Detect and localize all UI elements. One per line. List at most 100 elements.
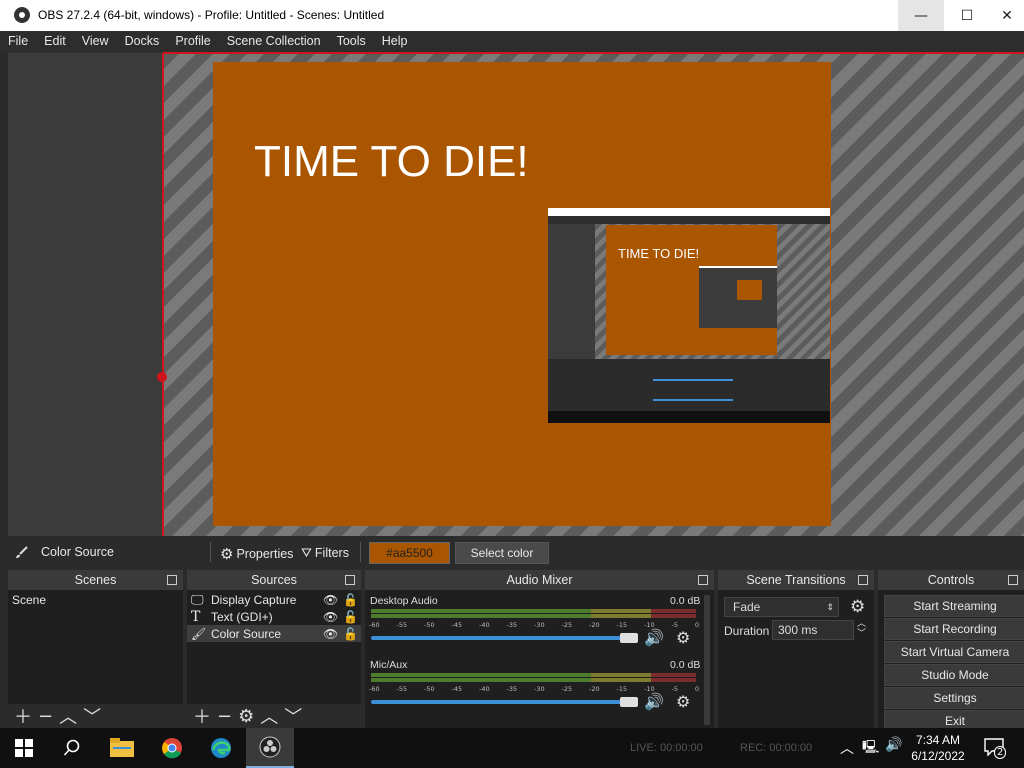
live-status: LIVE: 00:00:00 bbox=[630, 742, 703, 754]
properties-button[interactable]: ⚙ Properties bbox=[220, 545, 293, 563]
volume-slider[interactable] bbox=[371, 700, 629, 704]
toolbar-separator bbox=[210, 542, 211, 562]
windows-start-icon[interactable] bbox=[0, 728, 48, 768]
start-virtual-camera-button[interactable]: Start Virtual Camera bbox=[884, 641, 1024, 663]
speaker-icon[interactable]: 🔊 bbox=[644, 628, 664, 647]
move-down-icon[interactable]: ﹀ bbox=[284, 703, 302, 729]
lock-icon[interactable]: 🔓 bbox=[343, 593, 361, 607]
lock-icon[interactable]: 🔓 bbox=[343, 627, 361, 641]
float-icon[interactable] bbox=[345, 575, 355, 585]
add-icon[interactable]: ＋ bbox=[14, 703, 32, 729]
gear-icon[interactable]: ⚙ bbox=[850, 597, 865, 617]
audio-mixer-header: Audio Mixer bbox=[365, 570, 714, 590]
menu-profile[interactable]: Profile bbox=[167, 31, 218, 53]
properties-label: Properties bbox=[236, 547, 294, 561]
eye-icon[interactable]: 👁 bbox=[323, 593, 343, 607]
monitor-icon: 🖵 bbox=[191, 591, 204, 607]
menu-docks[interactable]: Docks bbox=[117, 31, 168, 53]
edge-icon[interactable] bbox=[197, 728, 245, 768]
audio-mixer-title: Audio Mixer bbox=[506, 573, 573, 587]
search-icon[interactable] bbox=[48, 728, 96, 768]
audio-mixer-body: Desktop Audio 0.0 dB -60 -55 -50 -45 -40 -35-… bbox=[365, 591, 714, 728]
display-capture-preview: TIME TO DIE! bbox=[548, 208, 830, 423]
float-icon[interactable] bbox=[858, 575, 868, 585]
float-icon[interactable] bbox=[1008, 575, 1018, 585]
menu-tools[interactable]: Tools bbox=[329, 31, 374, 53]
controls-title: Controls bbox=[927, 573, 975, 587]
mixer-scrollbar[interactable] bbox=[704, 595, 710, 725]
duration-input[interactable]: 300 ms bbox=[772, 620, 854, 640]
menu-file[interactable]: File bbox=[0, 31, 36, 53]
gear-icon[interactable]: ⚙ bbox=[676, 628, 690, 647]
lock-icon[interactable]: 🔓 bbox=[343, 610, 361, 624]
file-explorer-icon[interactable] bbox=[98, 728, 146, 768]
nested-recursive-capture bbox=[699, 266, 777, 328]
gear-icon[interactable]: ⚙ bbox=[238, 706, 254, 727]
controls-header: Controls bbox=[878, 570, 1024, 590]
gear-icon[interactable]: ⚙ bbox=[676, 692, 690, 711]
add-icon[interactable]: ＋ bbox=[193, 703, 211, 729]
transition-value: Fade bbox=[733, 600, 761, 614]
menu-edit[interactable]: Edit bbox=[36, 31, 74, 53]
move-up-icon[interactable]: ︿ bbox=[260, 703, 278, 729]
scene-transitions-body: Fade ⇕ ⚙ Duration 300 ms ︿ ﹀ bbox=[718, 591, 874, 728]
channel-name: Desktop Audio bbox=[370, 595, 438, 607]
taskbar-clock[interactable]: 7:34 AM 6/12/2022 bbox=[902, 732, 974, 764]
selected-source-name: Color Source bbox=[41, 545, 114, 559]
move-down-icon[interactable]: ﹀ bbox=[83, 703, 101, 729]
scenes-title: Scenes bbox=[74, 573, 117, 587]
volume-slider[interactable] bbox=[371, 636, 629, 640]
volume-slider-handle[interactable] bbox=[620, 697, 638, 707]
remove-icon[interactable]: − bbox=[38, 706, 53, 727]
float-icon[interactable] bbox=[167, 575, 177, 585]
speaker-icon[interactable]: 🔊 bbox=[644, 692, 664, 711]
transition-select[interactable]: Fade ⇕ bbox=[724, 597, 839, 617]
nested-text: TIME TO DIE! bbox=[618, 246, 700, 261]
chevron-up-icon[interactable]: ︿ bbox=[840, 738, 854, 758]
select-color-button[interactable]: Select color bbox=[455, 542, 549, 564]
source-item-text[interactable]: T Text (GDI+) 👁 🔓 bbox=[187, 608, 361, 625]
menu-view[interactable]: View bbox=[74, 31, 117, 53]
source-label: Color Source bbox=[211, 626, 282, 641]
minimize-button[interactable]: — bbox=[898, 0, 944, 31]
duration-spinner[interactable]: ︿ ﹀ bbox=[857, 619, 866, 639]
settings-button[interactable]: Settings bbox=[884, 687, 1024, 709]
source-item-color-source[interactable]: 🖌 Color Source 👁 🔓 bbox=[187, 625, 361, 642]
notification-icon[interactable]: 2 bbox=[984, 738, 1007, 760]
color-value-chip[interactable]: #aa5500 bbox=[369, 542, 450, 564]
obs-taskbar-icon[interactable] bbox=[246, 728, 294, 768]
volume-slider-handle[interactable] bbox=[620, 633, 638, 643]
start-streaming-button[interactable]: Start Streaming bbox=[884, 595, 1024, 617]
channel-name: Mic/Aux bbox=[370, 659, 408, 671]
network-icon[interactable]: 🖳 bbox=[862, 738, 879, 760]
resize-handle[interactable] bbox=[157, 372, 167, 382]
controls-body: Start Streaming Start Recording Start Vi… bbox=[878, 591, 1024, 732]
sources-footer: ＋ − ⚙ ︿ ﹀ bbox=[187, 704, 361, 728]
maximize-button[interactable]: ☐ bbox=[944, 0, 990, 31]
source-item-display-capture[interactable]: 🖵 Display Capture 👁 🔓 bbox=[187, 591, 361, 608]
scene-transitions-header: Scene Transitions bbox=[718, 570, 874, 590]
scenes-header: Scenes bbox=[8, 570, 183, 590]
duration-label: Duration bbox=[724, 624, 770, 638]
nested-taskbar bbox=[548, 411, 830, 423]
move-up-icon[interactable]: ︿ bbox=[59, 703, 77, 729]
volume-icon[interactable]: 🔊 bbox=[885, 737, 902, 753]
scene-transitions-dock: Scene Transitions Fade ⇕ ⚙ Duration 300 … bbox=[718, 570, 874, 728]
remove-icon[interactable]: − bbox=[217, 706, 232, 727]
filters-button[interactable]: ⛛ Filters bbox=[301, 545, 349, 561]
menu-scene-collection[interactable]: Scene Collection bbox=[219, 31, 329, 53]
eye-icon[interactable]: 👁 bbox=[323, 627, 343, 641]
eye-icon[interactable]: 👁 bbox=[323, 610, 343, 624]
menu-help[interactable]: Help bbox=[374, 31, 416, 53]
start-recording-button[interactable]: Start Recording bbox=[884, 618, 1024, 640]
studio-mode-button[interactable]: Studio Mode bbox=[884, 664, 1024, 686]
rec-status: REC: 00:00:00 bbox=[740, 742, 813, 754]
updown-icon: ⇕ bbox=[826, 601, 834, 612]
close-button[interactable]: ✕ bbox=[990, 0, 1024, 31]
obs-logo-icon bbox=[14, 7, 30, 23]
scene-item[interactable]: Scene bbox=[8, 591, 183, 608]
sources-header: Sources bbox=[187, 570, 361, 590]
nested-title-bar bbox=[548, 208, 830, 216]
float-icon[interactable] bbox=[698, 575, 708, 585]
chrome-icon[interactable] bbox=[148, 728, 196, 768]
